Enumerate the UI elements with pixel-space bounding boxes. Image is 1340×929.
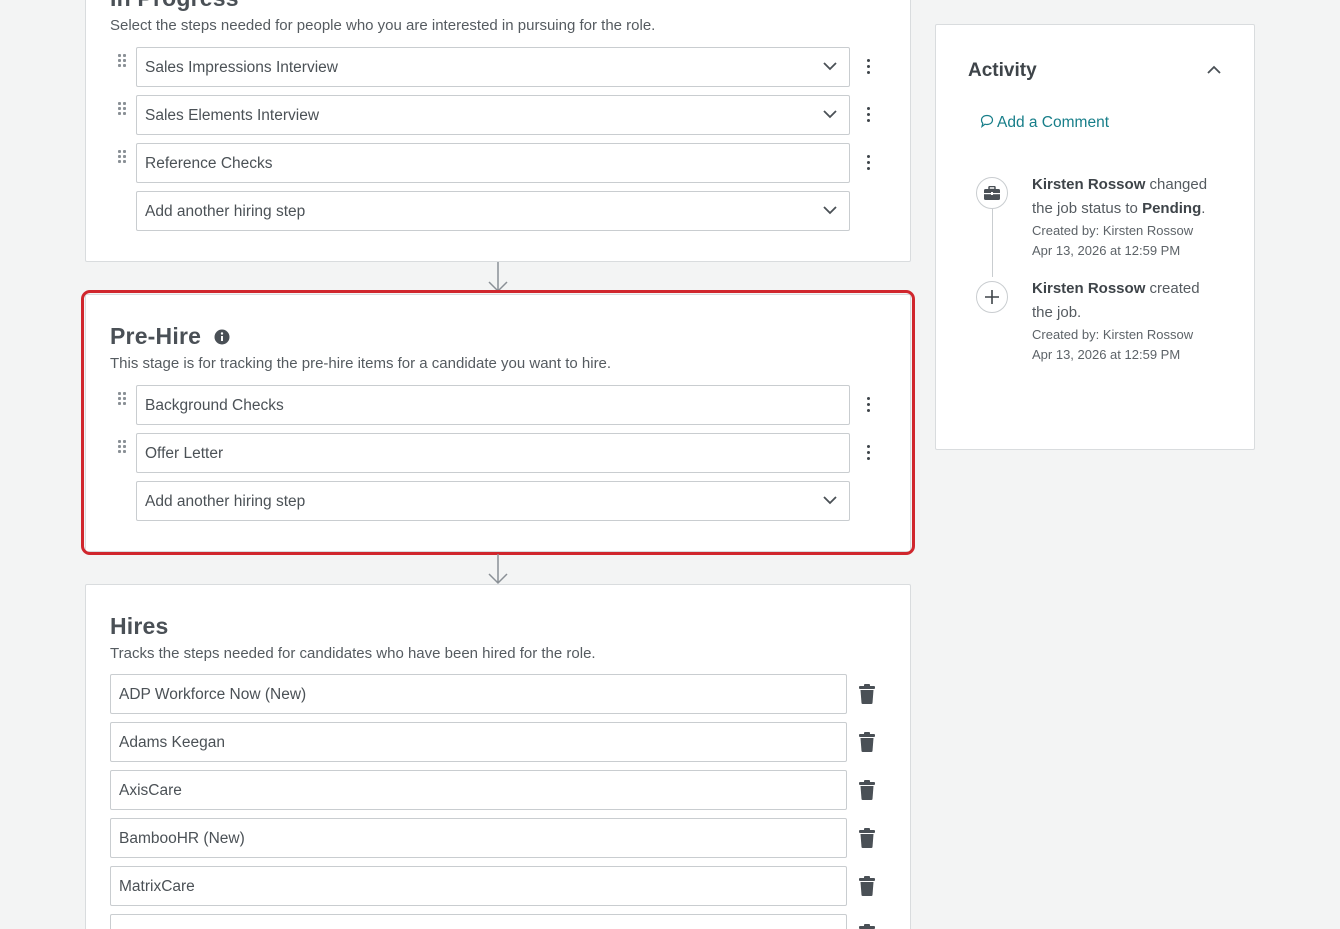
activity-actor: Kirsten Rossow — [1032, 280, 1146, 297]
drag-handle-icon[interactable] — [118, 54, 128, 68]
hiring-step-row: Sales Elements Interview — [86, 95, 910, 135]
activity-timestamp: Apr 13, 2026 at 12:59 PM — [1032, 347, 1181, 362]
hiring-step-row: Offer Letter — [86, 433, 910, 473]
drag-handle-icon[interactable] — [118, 150, 128, 164]
trash-icon[interactable] — [859, 828, 875, 848]
trash-icon[interactable] — [859, 732, 875, 752]
chevron-down-icon — [823, 206, 837, 215]
activity-suffix: . — [1201, 200, 1206, 217]
add-hiring-step-select[interactable]: Add another hiring step — [136, 191, 850, 231]
hire-integration-field[interactable]: ADP Workforce Now (New) — [110, 674, 847, 714]
activity-title: Activity — [968, 60, 1037, 81]
add-step-row: Add another hiring step — [86, 481, 910, 521]
hiring-step-row: Sales Impressions Interview — [86, 47, 910, 87]
hiring-step-field[interactable]: Background Checks — [136, 385, 850, 425]
in-progress-stage: In Progress Select the steps needed for … — [85, 0, 911, 262]
hire-integration-field[interactable] — [110, 914, 847, 929]
add-hiring-step-select[interactable]: Add another hiring step — [136, 481, 850, 521]
stage-description: Tracks the steps needed for candidates w… — [110, 645, 596, 662]
hire-integration-row — [86, 914, 910, 929]
pre-hire-stage: Pre-Hire This stage is for tracking the … — [85, 294, 911, 552]
trash-icon[interactable] — [859, 876, 875, 896]
timeline-connector — [992, 209, 993, 277]
hiring-step-label: Sales Elements Interview — [145, 107, 320, 124]
plus-icon — [985, 290, 999, 304]
arrow-down-icon — [488, 554, 508, 585]
hiring-step-row: Reference Checks — [86, 143, 910, 183]
activity-entry-icon — [976, 177, 1008, 209]
stage-description: This stage is for tracking the pre-hire … — [110, 355, 612, 372]
drag-handle-icon[interactable] — [118, 440, 128, 454]
hire-integration-field[interactable]: BambooHR (New) — [110, 818, 847, 858]
hire-integration-row: ADP Workforce Now (New) — [86, 674, 910, 714]
chevron-down-icon — [823, 62, 837, 71]
hire-integration-label: Adams Keegan — [119, 734, 225, 751]
hire-integration-field[interactable]: MatrixCare — [110, 866, 847, 906]
activity-timestamp: Apr 13, 2026 at 12:59 PM — [1032, 243, 1181, 258]
activity-actor: Kirsten Rossow — [1032, 176, 1146, 193]
more-options-icon[interactable] — [862, 55, 874, 79]
hire-integration-label: AxisCare — [119, 782, 182, 799]
drag-handle-icon[interactable] — [118, 102, 128, 116]
more-options-icon[interactable] — [862, 441, 874, 465]
trash-icon[interactable] — [859, 924, 875, 929]
activity-created-by: Created by: Kirsten Rossow — [1032, 327, 1194, 342]
hire-integration-row: BambooHR (New) — [86, 818, 910, 858]
hiring-step-label: Background Checks — [145, 397, 284, 414]
more-options-icon[interactable] — [862, 393, 874, 417]
hire-integration-row: MatrixCare — [86, 866, 910, 906]
activity-entry-text: Kirsten Rossow created the job. — [1032, 277, 1222, 325]
chevron-down-icon — [823, 110, 837, 119]
info-icon[interactable] — [214, 329, 230, 345]
activity-created-by: Created by: Kirsten Rossow — [1032, 223, 1194, 238]
comment-icon — [980, 114, 994, 129]
drag-handle-icon[interactable] — [118, 392, 128, 406]
hiring-step-field[interactable]: Reference Checks — [136, 143, 850, 183]
stage-title-text: Pre-Hire — [110, 323, 202, 349]
stage-title: In Progress — [110, 0, 239, 12]
hire-integration-field[interactable]: AxisCare — [110, 770, 847, 810]
stage-description: Select the steps needed for people who y… — [110, 17, 656, 34]
hiring-step-row: Background Checks — [86, 385, 910, 425]
more-options-icon[interactable] — [862, 103, 874, 127]
chevron-up-icon[interactable] — [1207, 65, 1221, 75]
hiring-step-select[interactable]: Sales Impressions Interview — [136, 47, 850, 87]
chevron-down-icon — [823, 496, 837, 505]
hiring-step-label: Reference Checks — [145, 155, 273, 172]
arrow-down-icon — [488, 262, 508, 293]
activity-entry-text: Kirsten Rossow changed the job status to… — [1032, 173, 1222, 221]
add-comment-link[interactable]: Add a Comment — [980, 114, 1109, 132]
hiring-step-select[interactable]: Sales Elements Interview — [136, 95, 850, 135]
hires-stage: Hires Tracks the steps needed for candid… — [85, 584, 911, 929]
trash-icon[interactable] — [859, 684, 875, 704]
hire-integration-row: Adams Keegan — [86, 722, 910, 762]
trash-icon[interactable] — [859, 780, 875, 800]
hiring-step-label: Offer Letter — [145, 445, 224, 462]
add-step-placeholder: Add another hiring step — [145, 493, 306, 510]
hire-integration-label: MatrixCare — [119, 878, 195, 895]
hire-integration-label: ADP Workforce Now (New) — [119, 686, 307, 703]
briefcase-icon — [984, 186, 1000, 200]
add-step-placeholder: Add another hiring step — [145, 203, 306, 220]
activity-entry-icon — [976, 281, 1008, 313]
add-step-row: Add another hiring step — [86, 191, 910, 231]
hiring-step-label: Sales Impressions Interview — [145, 59, 338, 76]
more-options-icon[interactable] — [862, 151, 874, 175]
hire-integration-row: AxisCare — [86, 770, 910, 810]
activity-panel: Activity Add a Comment Kirsten Rossow ch… — [935, 24, 1255, 450]
activity-value: Pending — [1142, 200, 1202, 217]
hiring-step-field[interactable]: Offer Letter — [136, 433, 850, 473]
add-comment-label: Add a Comment — [997, 114, 1109, 131]
hire-integration-label: BambooHR (New) — [119, 830, 245, 847]
stage-title: Pre-Hire — [110, 323, 230, 350]
stage-title: Hires — [110, 613, 169, 639]
hire-integration-field[interactable]: Adams Keegan — [110, 722, 847, 762]
